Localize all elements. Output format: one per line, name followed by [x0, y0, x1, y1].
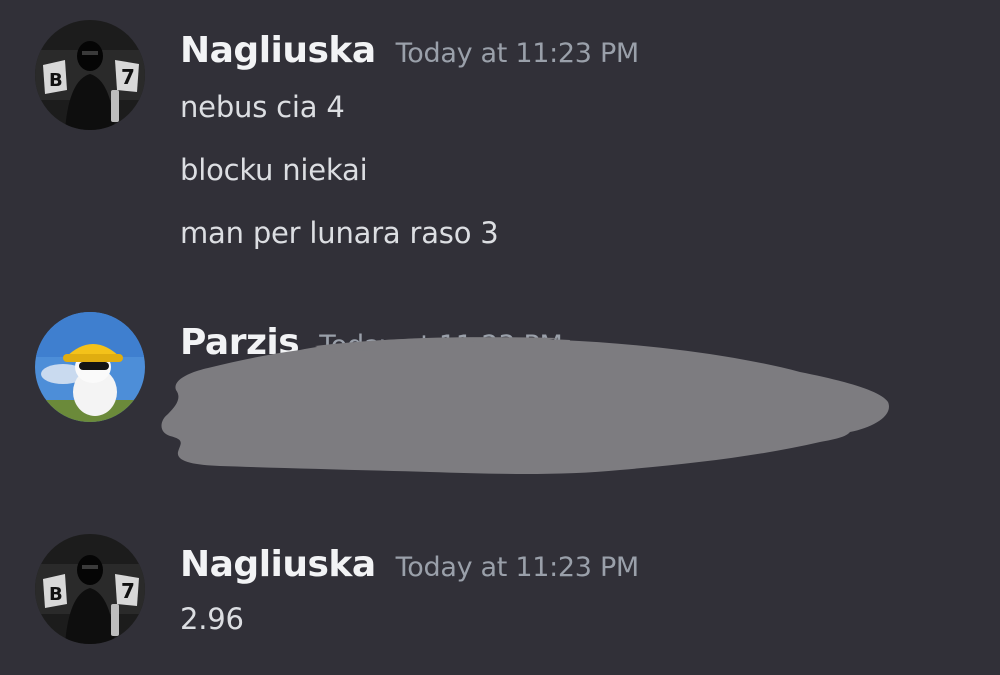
- avatar-nagliuska[interactable]: B 7: [35, 20, 145, 130]
- timestamp[interactable]: Today at 11:23 PM: [396, 552, 640, 583]
- message-header: Parzis Today at 11:23 PM: [180, 322, 563, 363]
- masked-person-avatar-icon: B 7: [35, 20, 145, 130]
- avatar-parzis[interactable]: [35, 312, 145, 422]
- message-header: Nagliuska Today at 11:23 PM: [180, 544, 639, 585]
- message-text: man per lunara raso 3: [180, 216, 499, 250]
- svg-text:7: 7: [121, 579, 135, 603]
- timestamp[interactable]: Today at 11:23 PM: [396, 38, 640, 69]
- svg-text:B: B: [49, 584, 63, 605]
- message-text: nebus cia 4: [180, 90, 345, 124]
- username[interactable]: Nagliuska: [180, 544, 376, 585]
- message-header: Nagliuska Today at 11:23 PM: [180, 30, 639, 71]
- svg-text:B: B: [49, 70, 63, 91]
- username[interactable]: Nagliuska: [180, 30, 376, 71]
- avatar-nagliuska[interactable]: B 7: [35, 534, 145, 644]
- masked-person-avatar-icon: B 7: [35, 534, 145, 644]
- chat-messages-area: B 7 Nagliuska Today at 11:23 PM nebus cia…: [0, 0, 1000, 675]
- timestamp[interactable]: Today at 11:23 PM: [319, 330, 563, 361]
- cat-bucket-hat-avatar-icon: [35, 312, 145, 422]
- svg-text:7: 7: [121, 65, 135, 89]
- message-text: blocku niekai: [180, 153, 368, 187]
- username[interactable]: Parzis: [180, 322, 300, 363]
- message-text: 2.96: [180, 602, 244, 636]
